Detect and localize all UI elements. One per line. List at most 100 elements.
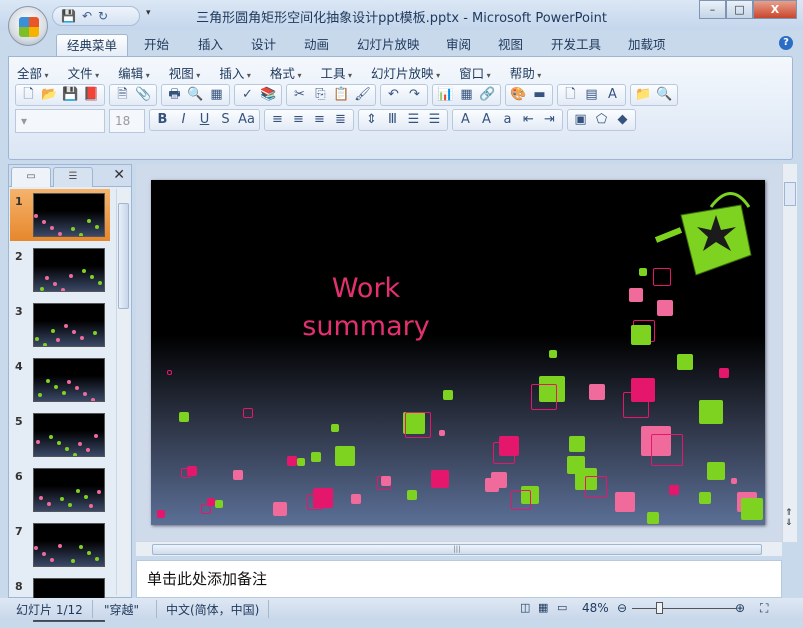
slides-tab[interactable]: ▭ — [11, 167, 51, 187]
tab-insert[interactable]: 插入 — [188, 34, 233, 57]
zoom-slider-thumb[interactable] — [655, 602, 663, 614]
tab-addins[interactable]: 加载项 — [618, 34, 676, 57]
menu-insert[interactable]: 插入 — [219, 63, 251, 82]
fill-icon[interactable]: ◆ — [612, 110, 633, 130]
normal-view-icon[interactable]: ◫ — [520, 601, 530, 614]
attach-icon[interactable]: 📎 — [133, 85, 154, 105]
slide-thumbnail[interactable] — [33, 358, 105, 402]
zoom-level[interactable]: 48% — [582, 601, 609, 615]
save-icon[interactable]: 💾 — [60, 85, 81, 105]
tab-view[interactable]: 视图 — [488, 34, 533, 57]
color-scheme-icon[interactable]: 🎨 — [508, 85, 529, 105]
outline-tab[interactable]: ☰ — [53, 167, 93, 187]
table-icon[interactable]: ▦ — [206, 85, 227, 105]
italic-icon[interactable]: I — [173, 110, 194, 130]
menu-file[interactable]: 文件 — [68, 63, 100, 82]
slide-thumbnail[interactable] — [33, 303, 105, 347]
language[interactable]: 中文(简体，中国) — [166, 601, 259, 618]
tab-slideshow[interactable]: 幻灯片放映 — [347, 34, 430, 57]
spelling-icon[interactable]: ✓ — [237, 85, 258, 105]
folder-icon[interactable]: 📁 — [633, 85, 654, 105]
notes-pane[interactable]: 单击此处添加备注 — [136, 560, 782, 598]
slide-thumbnail[interactable] — [33, 413, 105, 457]
slide-thumbnail[interactable] — [33, 248, 105, 292]
bullets-icon[interactable]: ☰ — [424, 110, 445, 130]
scroll-thumb[interactable] — [784, 182, 796, 206]
permission-icon[interactable]: 🗎 — [112, 85, 133, 105]
menu-tools[interactable]: 工具 — [320, 63, 352, 82]
layout-icon[interactable]: ▤ — [581, 85, 602, 105]
numbering-icon[interactable]: ☰ — [403, 110, 424, 130]
change-case-icon[interactable]: Aa — [236, 110, 257, 130]
paste-icon[interactable]: 📋 — [331, 85, 352, 105]
menu-format[interactable]: 格式 — [270, 63, 302, 82]
zoom-out-icon[interactable]: ⊖ — [617, 601, 627, 615]
grow-font-icon[interactable]: A — [476, 110, 497, 130]
font-name-combo[interactable]: ▾ — [15, 109, 105, 133]
tab-home[interactable]: 开始 — [134, 34, 179, 57]
slide-thumbnail[interactable] — [33, 523, 105, 567]
insert-table-icon[interactable]: ▦ — [456, 85, 477, 105]
tab-animation[interactable]: 动画 — [294, 34, 339, 57]
fit-to-window-icon[interactable]: ⛶ — [760, 601, 768, 616]
font-size-combo[interactable]: 18 — [109, 109, 145, 133]
textbox-icon[interactable]: A — [602, 85, 623, 105]
menu-help[interactable]: 帮助 — [510, 63, 542, 82]
menu-all[interactable]: 全部 — [17, 63, 49, 82]
align-left-icon[interactable]: ≡ — [267, 110, 288, 130]
align-center-icon[interactable]: ≡ — [288, 110, 309, 130]
office-button[interactable] — [8, 6, 48, 46]
print-preview-icon[interactable]: 🔍 — [185, 85, 206, 105]
shadow-icon[interactable]: S — [215, 110, 236, 130]
format-painter-icon[interactable]: 🖌 — [352, 85, 373, 105]
align-right-icon[interactable]: ≡ — [309, 110, 330, 130]
minimize-button[interactable]: – — [699, 0, 726, 19]
chart-icon[interactable]: 📊 — [435, 85, 456, 105]
pdf-icon[interactable]: 📕 — [81, 85, 102, 105]
scroll-thumb[interactable]: ||| — [152, 544, 762, 555]
menu-edit[interactable]: 编辑 — [118, 63, 150, 82]
research-icon[interactable]: 📚 — [258, 85, 279, 105]
copy-icon[interactable]: ⎘ — [310, 85, 331, 105]
shrink-font-icon[interactable]: a — [497, 110, 518, 130]
slideshow-view-icon[interactable]: ▭ — [557, 601, 567, 614]
underline-icon[interactable]: U — [194, 110, 215, 130]
arrange-icon[interactable]: ▣ — [570, 110, 591, 130]
scroll-thumb[interactable] — [118, 203, 129, 309]
menu-view[interactable]: 视图 — [169, 63, 201, 82]
horizontal-scrollbar[interactable]: ||| — [136, 541, 782, 556]
tab-classic-menu[interactable]: 经典菜单 — [56, 34, 129, 57]
line-spacing-icon[interactable]: ⇕ — [361, 110, 382, 130]
menu-window[interactable]: 窗口 — [459, 63, 491, 82]
tab-developer[interactable]: 开发工具 — [541, 34, 611, 57]
bold-icon[interactable]: B — [152, 110, 173, 130]
increase-indent-icon[interactable]: ⇥ — [539, 110, 560, 130]
redo-icon[interactable]: ↷ — [404, 85, 425, 105]
new-icon[interactable]: 🗋 — [18, 85, 39, 105]
zoom-in-icon[interactable]: ⊕ — [735, 601, 745, 615]
current-slide[interactable]: Work summary — [151, 180, 765, 525]
hyperlink-icon[interactable]: 🔗 — [477, 85, 498, 105]
undo-icon[interactable]: ↶ — [383, 85, 404, 105]
text-direction-icon[interactable]: Ⅲ — [382, 110, 403, 130]
prev-next-slide-icon[interactable]: ⇑ ⇓ — [785, 508, 793, 528]
zoom-icon[interactable]: 🔍 — [654, 85, 675, 105]
close-button[interactable]: X — [753, 0, 797, 19]
slide-thumbnail[interactable] — [33, 193, 105, 237]
shapes-icon[interactable]: ⬠ — [591, 110, 612, 130]
vertical-scrollbar[interactable]: ⇑ ⇓ — [782, 164, 797, 542]
help-icon[interactable]: ? — [779, 36, 793, 50]
grayscale-icon[interactable]: ▬ — [529, 85, 550, 105]
cut-icon[interactable]: ✂ — [289, 85, 310, 105]
tab-review[interactable]: 审阅 — [436, 34, 481, 57]
justify-icon[interactable]: ≣ — [330, 110, 351, 130]
open-icon[interactable]: 📂 — [39, 85, 60, 105]
slides-scrollbar[interactable] — [116, 189, 129, 595]
zoom-slider[interactable] — [632, 608, 736, 609]
font-color-icon[interactable]: A — [455, 110, 476, 130]
new-slide-icon[interactable]: 🗋 — [560, 85, 581, 105]
print-icon[interactable]: 🖶 — [164, 85, 185, 105]
decrease-indent-icon[interactable]: ⇤ — [518, 110, 539, 130]
menu-slideshow[interactable]: 幻灯片放映 — [371, 63, 440, 82]
restore-button[interactable]: □ — [726, 0, 753, 19]
